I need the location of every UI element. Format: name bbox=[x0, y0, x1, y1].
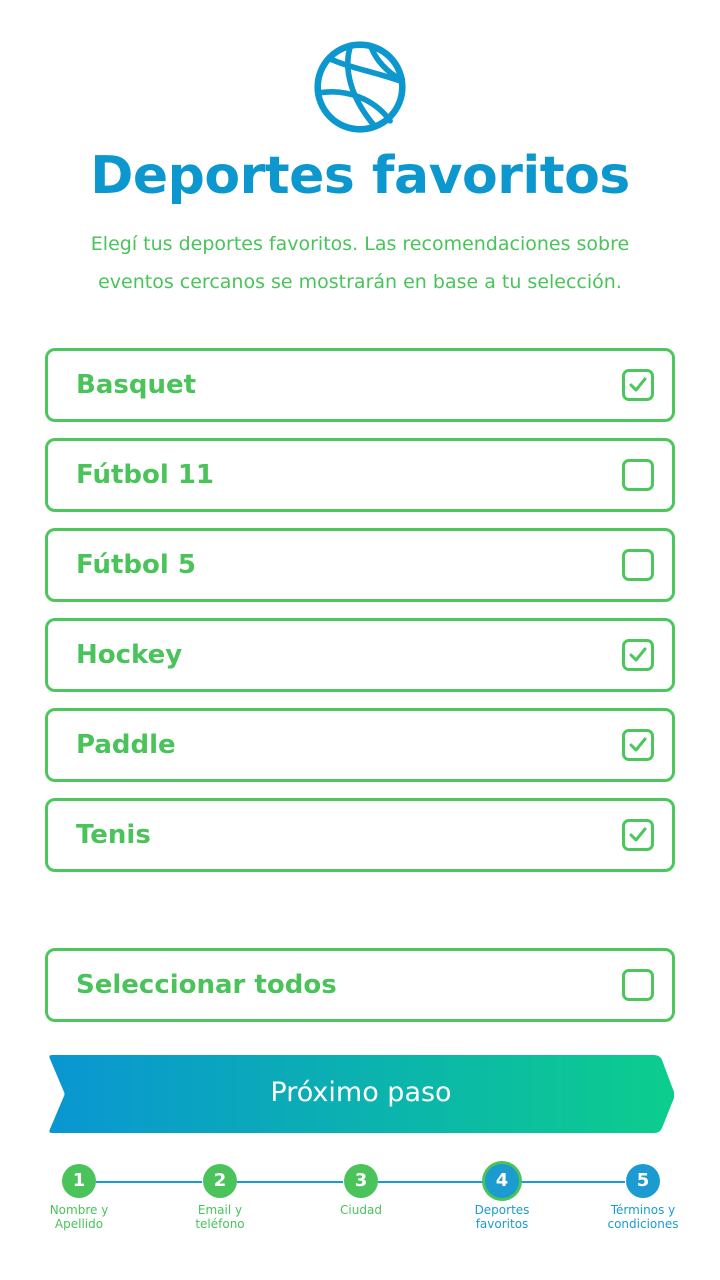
page-subtitle: Elegí tus deportes favoritos. Las recome… bbox=[90, 233, 630, 293]
checkmark-icon bbox=[629, 737, 647, 752]
select-all-option[interactable]: Seleccionar todos bbox=[45, 948, 675, 1022]
stepper-step: 3 Ciudad bbox=[306, 1164, 416, 1217]
step-number: 2 bbox=[203, 1164, 237, 1198]
step-label: Términos y condiciones bbox=[607, 1203, 679, 1231]
step-number: 1 bbox=[62, 1164, 96, 1198]
step-label: Email y teléfono bbox=[195, 1203, 245, 1231]
next-step-label: Próximo paso bbox=[270, 1077, 452, 1108]
select-all-label: Seleccionar todos bbox=[76, 970, 337, 1000]
checkmark-icon bbox=[629, 377, 647, 392]
step-label: Nombre y Apellido bbox=[49, 1203, 109, 1231]
sport-checkbox[interactable] bbox=[622, 819, 654, 851]
sport-option[interactable]: Paddle bbox=[45, 708, 675, 782]
progress-stepper: 1 Nombre y Apellido 2 Email y teléfono 3 Ciud… bbox=[0, 1164, 720, 1244]
page-title: Deportes favoritos bbox=[90, 146, 630, 206]
stepper-step: 1 Nombre y Apellido bbox=[24, 1164, 134, 1231]
step-number: 4 bbox=[485, 1164, 519, 1198]
sport-option[interactable]: Fútbol 11 bbox=[45, 438, 675, 512]
step-number: 3 bbox=[344, 1164, 378, 1198]
sport-option[interactable]: Basquet bbox=[45, 348, 675, 422]
next-step-button[interactable]: Próximo paso bbox=[48, 1055, 674, 1133]
step-label: Deportes favoritos bbox=[474, 1203, 530, 1231]
sport-checkbox[interactable] bbox=[622, 459, 654, 491]
sport-option-label: Fútbol 11 bbox=[76, 460, 215, 490]
sport-option-label: Fútbol 5 bbox=[76, 550, 196, 580]
sport-checkbox[interactable] bbox=[622, 639, 654, 671]
step-number: 5 bbox=[626, 1164, 660, 1198]
stepper-step: 5 Términos y condiciones bbox=[588, 1164, 698, 1231]
favorite-sports-screen: Deportes favoritos Elegí tus deportes fa… bbox=[0, 0, 720, 1280]
stepper-step: 4 Deportes favoritos bbox=[447, 1164, 557, 1231]
sport-option[interactable]: Hockey bbox=[45, 618, 675, 692]
select-all-checkbox[interactable] bbox=[622, 969, 654, 1001]
sport-option[interactable]: Tenis bbox=[45, 798, 675, 872]
sport-checkbox[interactable] bbox=[622, 729, 654, 761]
stepper-step: 2 Email y teléfono bbox=[165, 1164, 275, 1231]
sport-option-label: Tenis bbox=[76, 820, 151, 850]
step-label: Ciudad bbox=[340, 1203, 382, 1217]
checkmark-icon bbox=[629, 827, 647, 842]
sport-option-label: Paddle bbox=[76, 730, 176, 760]
sport-option-label: Basquet bbox=[76, 370, 197, 400]
sport-checkbox[interactable] bbox=[622, 549, 654, 581]
sport-option-label: Hockey bbox=[76, 640, 183, 670]
sport-checkbox[interactable] bbox=[622, 369, 654, 401]
sport-option[interactable]: Fútbol 5 bbox=[45, 528, 675, 602]
basketball-icon bbox=[314, 41, 406, 133]
checkmark-icon bbox=[629, 647, 647, 662]
